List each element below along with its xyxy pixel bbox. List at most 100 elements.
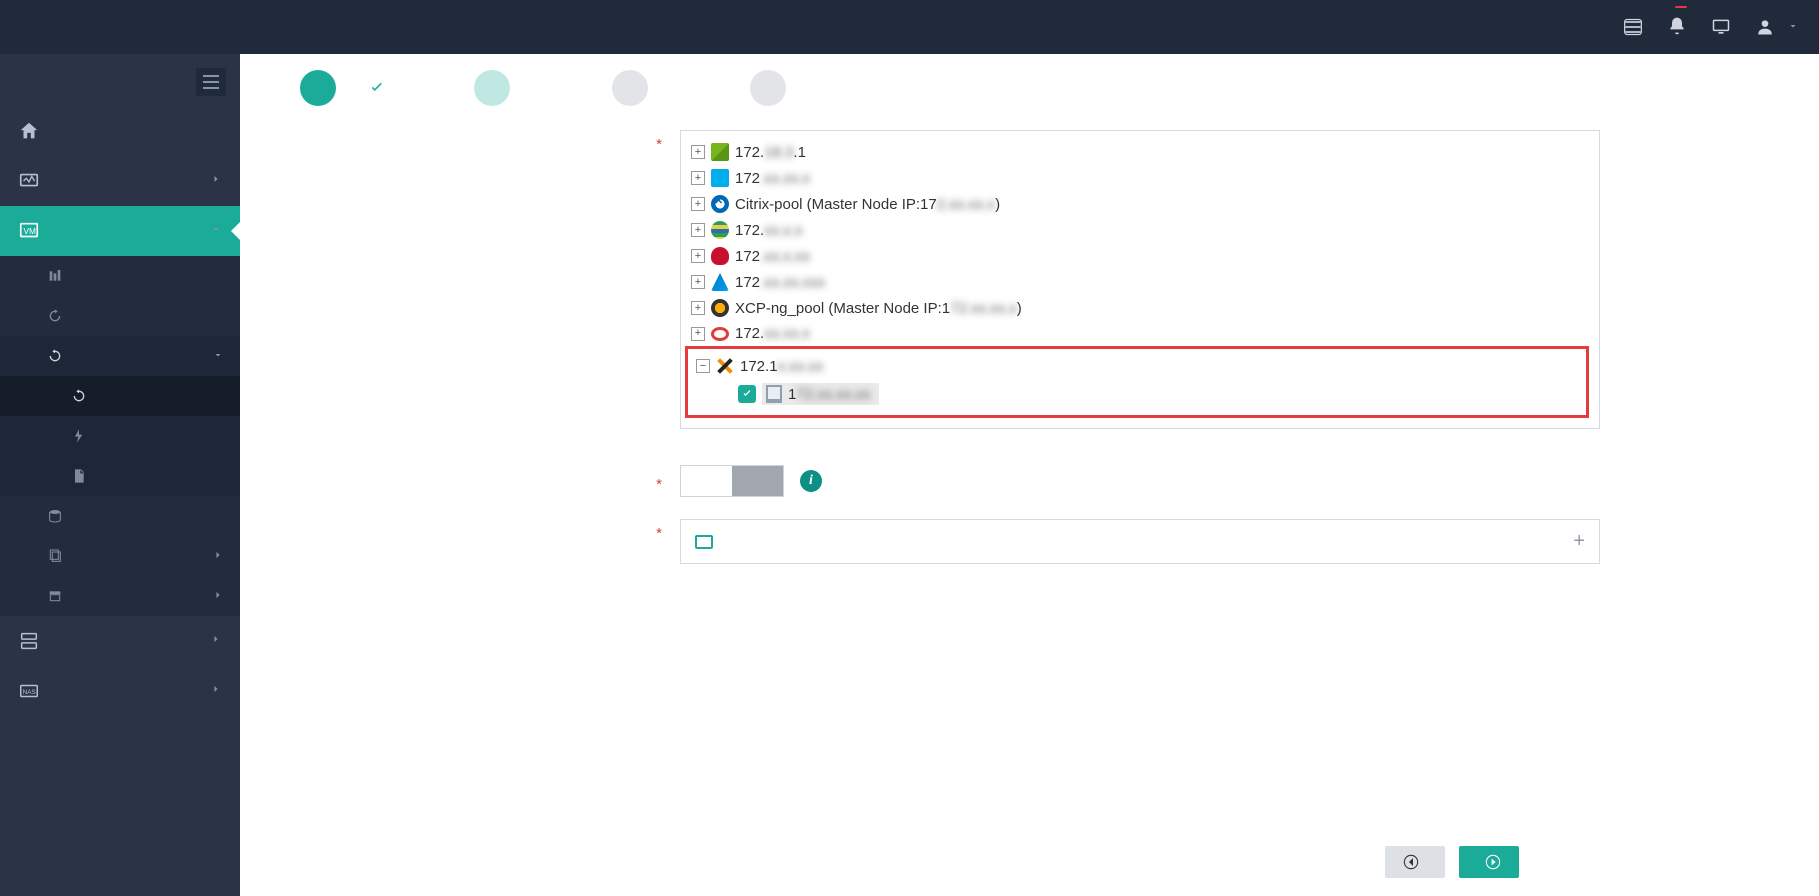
sidebar-item-backup[interactable] [0, 296, 240, 336]
main-content: * + 172.18.3.1 + 172.xx.xx.x [240, 54, 1819, 896]
archive-icon [46, 587, 64, 605]
lightning-icon [70, 427, 88, 445]
restore-icon [70, 387, 88, 405]
sidebar-item-vm-backup[interactable]: VM [0, 206, 240, 256]
wizard-step-3[interactable] [612, 70, 662, 106]
tree-node-expanded[interactable]: − 172.1x.xx.xx [696, 353, 1578, 379]
chevron-down-icon [212, 348, 224, 365]
vm-configurations-panel[interactable]: + [680, 519, 1600, 564]
sidebar-item-restore[interactable] [0, 336, 240, 376]
platform-icon [711, 327, 729, 341]
tree-node[interactable]: + 172.xx.x.xx [691, 243, 1589, 269]
sidebar-item-restore-sub[interactable] [0, 376, 240, 416]
sidebar-item-backup-copy[interactable] [0, 536, 240, 576]
toggle-on-side [681, 466, 732, 496]
target-host-label: * [500, 130, 680, 153]
platform-icon [711, 221, 729, 239]
list-icon[interactable] [1623, 17, 1643, 37]
tree-node-host[interactable]: 172.xx.xx.xx [724, 379, 1578, 409]
refresh-icon [46, 307, 64, 325]
restore-submenu [0, 376, 240, 496]
wizard-step-4[interactable] [750, 70, 800, 106]
expand-icon[interactable]: + [691, 145, 705, 159]
info-icon[interactable]: i [800, 470, 822, 492]
vm-backup-submenu [0, 256, 240, 376]
next-button[interactable] [1459, 846, 1519, 878]
bell-icon [1667, 16, 1687, 36]
tree-node[interactable]: + 172.xx.xx.x [691, 165, 1589, 191]
arrow-left-icon [1403, 854, 1419, 870]
step-number [612, 70, 648, 106]
back-button[interactable] [1385, 846, 1445, 878]
copy-icon [46, 547, 64, 565]
toggle-off-side [732, 466, 783, 496]
wizard-steps [240, 54, 1819, 130]
chevron-right-icon [210, 682, 222, 700]
proxmox-icon [716, 357, 734, 375]
step-number [300, 70, 336, 106]
svg-text:VM: VM [24, 227, 37, 236]
chevron-down-icon [1787, 19, 1799, 35]
sidebar-item-instant-restore[interactable] [0, 416, 240, 456]
bars-icon [46, 267, 64, 285]
topbar-right [1623, 16, 1799, 39]
sidebar-item-granular-restore[interactable] [0, 456, 240, 496]
vm-icon: VM [18, 220, 40, 242]
step-number [474, 70, 510, 106]
database-icon [46, 507, 64, 525]
sidebar-collapse-button[interactable] [196, 68, 226, 96]
expand-icon[interactable]: + [691, 197, 705, 211]
step-number [750, 70, 786, 106]
expand-icon[interactable]: + [691, 301, 705, 315]
sidebar-item-backup-data[interactable] [0, 496, 240, 536]
home-icon [18, 120, 40, 142]
chevron-down-icon [210, 222, 222, 240]
expand-icon[interactable]: + [691, 275, 705, 289]
azure-icon [711, 273, 729, 291]
tree-node[interactable]: + Citrix-pool (Master Node IP:172.xx.xx.… [691, 191, 1589, 217]
vm-backup-submenu-2 [0, 496, 240, 616]
svg-text:NAS: NAS [23, 689, 36, 696]
sidebar-item-virtual-machines[interactable] [0, 256, 240, 296]
expand-icon[interactable]: + [691, 327, 705, 341]
monitor-icon[interactable] [1711, 17, 1731, 37]
restore-icon [46, 347, 64, 365]
sidebar-item-monitor[interactable] [0, 156, 240, 206]
user-menu[interactable] [1755, 17, 1799, 37]
vm-conf-label: * [500, 519, 680, 542]
sidebar: VM [0, 54, 240, 896]
host-icon [766, 385, 782, 403]
user-icon [1755, 17, 1775, 37]
vmware-icon [711, 143, 729, 161]
tree-node[interactable]: + 172.xx.xx.x [691, 321, 1589, 346]
notification-badge [1675, 6, 1687, 8]
sidebar-item-nas-backup[interactable]: NAS [0, 666, 240, 716]
chevron-right-icon [210, 632, 222, 650]
wizard-step-2[interactable] [474, 70, 524, 106]
expand-icon[interactable]: + [691, 171, 705, 185]
file-icon [70, 467, 88, 485]
wizard-footer [240, 828, 1819, 896]
expand-icon[interactable]: + [691, 249, 705, 263]
notifications-button[interactable] [1667, 16, 1687, 39]
checkbox-checked[interactable] [738, 385, 756, 403]
target-host-tree[interactable]: + 172.18.3.1 + 172.xx.xx.x + Citr [680, 130, 1600, 429]
chevron-right-icon [210, 172, 222, 190]
sidebar-item-home[interactable] [0, 106, 240, 156]
wizard-step-1[interactable] [300, 70, 386, 106]
tree-node[interactable]: + 172.18.3.1 [691, 139, 1589, 165]
sidebar-item-physical-backup[interactable] [0, 616, 240, 666]
sidebar-item-backup-archive[interactable] [0, 576, 240, 616]
tree-node[interactable]: + XCP-ng_pool (Master Node IP:172.xx.xx.… [691, 295, 1589, 321]
xcp-icon [711, 299, 729, 317]
tree-node[interactable]: + 172.xx.xx.xxx [691, 269, 1589, 295]
unified-conf-toggle[interactable] [680, 465, 784, 497]
nas-icon: NAS [18, 680, 40, 702]
tree-node[interactable]: + 172.xx.x.x [691, 217, 1589, 243]
vm-small-icon [695, 535, 713, 549]
collapse-icon[interactable]: − [696, 359, 710, 373]
expand-plus-icon[interactable]: + [1573, 530, 1585, 553]
windows-icon [711, 169, 729, 187]
highlighted-selection: − 172.1x.xx.xx [685, 346, 1589, 418]
expand-icon[interactable]: + [691, 223, 705, 237]
